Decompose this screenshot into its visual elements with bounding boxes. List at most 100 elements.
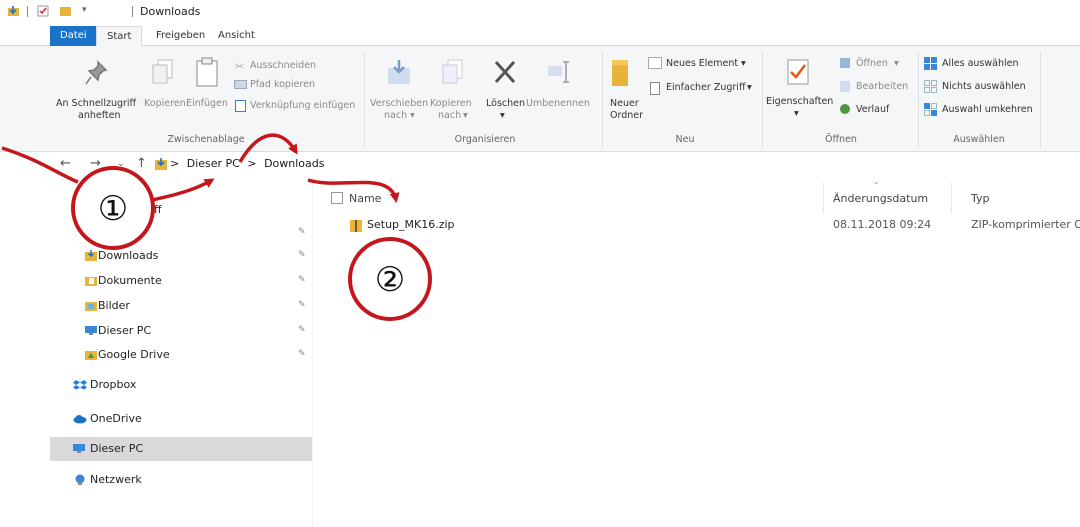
nav-label: Dropbox — [90, 378, 137, 391]
nav-label: Downloads — [98, 249, 159, 262]
easy-access-button[interactable]: Einfacher Zugriff — [666, 82, 746, 94]
invert-selection-icon — [924, 103, 937, 116]
nav-label: Netzwerk — [90, 473, 142, 486]
scissors-icon: ✂ — [235, 60, 245, 73]
tab-share[interactable]: Freigeben — [146, 26, 215, 46]
folder-quick-icon[interactable] — [8, 5, 20, 17]
nav-label: Dieser PC — [98, 324, 152, 337]
copy-to-button[interactable]: Kopieren — [430, 98, 472, 110]
rename-button[interactable]: Umbenennen — [526, 98, 590, 110]
forward-arrow-icon[interactable]: → — [90, 156, 101, 171]
tab-file[interactable]: Datei — [50, 26, 97, 46]
group-label-open: Öffnen — [825, 134, 857, 145]
edit-button[interactable]: Bearbeiten — [856, 81, 908, 93]
nav-item-documents[interactable]: Dokumente ✎ — [50, 270, 312, 292]
group-label-organize: Organisieren — [454, 134, 516, 145]
nav-item-dropbox[interactable]: Dropbox — [50, 374, 312, 396]
nav-item-this-pc[interactable]: Dieser PC ✎ — [50, 320, 312, 342]
group-label-clipboard: Zwischenablage — [167, 134, 245, 145]
properties-button[interactable]: Eigenschaften — [766, 96, 833, 108]
move-to-button[interactable]: Verschieben — [370, 98, 428, 110]
pin-icon[interactable]: ✎ — [298, 250, 306, 260]
ribbon-tabs: Datei Start Freigeben Ansicht — [0, 24, 1080, 46]
file-name: Setup_MK16.zip — [367, 218, 455, 231]
nav-item-pictures[interactable]: Bilder ✎ — [50, 295, 312, 317]
title-separator — [27, 6, 28, 17]
column-header-type[interactable]: Typ — [971, 192, 990, 205]
nav-label: OneDrive — [90, 412, 142, 425]
recent-dropdown-icon[interactable]: ⌄ — [117, 159, 125, 169]
column-header-date[interactable]: Änderungsdatum — [833, 192, 928, 205]
pin-icon[interactable]: ✎ — [298, 349, 306, 359]
pin-icon[interactable]: ✎ — [298, 325, 306, 335]
rename-icon — [548, 61, 569, 83]
pin-quick-access-button[interactable]: An Schnellzugriff — [56, 98, 136, 110]
move-to-dropdown-icon[interactable]: ▾ — [410, 110, 415, 122]
easy-access-dropdown-icon[interactable]: ▾ — [747, 82, 752, 94]
back-arrow-icon[interactable]: ← — [60, 156, 71, 171]
new-folder-button[interactable]: Neuer — [610, 98, 639, 110]
breadcrumb-downloads[interactable]: Downloads — [264, 157, 324, 170]
select-all-button[interactable]: Alles auswählen — [942, 58, 1019, 70]
nav-item-network[interactable]: Netzwerk — [50, 469, 312, 491]
properties-dropdown-icon[interactable]: ▾ — [794, 108, 799, 120]
nav-item-google-drive[interactable]: Google Drive ✎ — [50, 344, 312, 366]
properties-icon — [787, 59, 809, 85]
paste-shortcut-icon — [235, 100, 246, 112]
delete-button[interactable]: Löschen — [486, 98, 525, 110]
file-list: ⌄ Name Änderungsdatum Typ Setup_MK16.zip… — [312, 175, 1080, 527]
delete-dropdown-icon[interactable]: ▾ — [500, 110, 505, 122]
pin-icon[interactable]: ✎ — [298, 300, 306, 310]
properties-quick-icon[interactable] — [37, 5, 49, 17]
group-separator — [602, 52, 603, 148]
new-item-icon — [648, 57, 662, 69]
new-folder-icon — [612, 60, 628, 86]
nav-label: Dokumente — [98, 274, 162, 287]
new-folder-line2: Ordner — [610, 110, 644, 121]
pin-quick-access-line2: anheften — [78, 110, 121, 121]
pin-icon — [85, 60, 108, 85]
pictures-folder-icon — [85, 302, 97, 311]
ribbon: An Schnellzugriff anheften Kopieren Einf… — [0, 46, 1080, 152]
group-separator — [364, 52, 365, 148]
dropbox-icon — [73, 380, 87, 390]
group-label-select: Auswählen — [953, 134, 1005, 145]
nav-item-downloads[interactable]: Downloads ✎ — [50, 245, 312, 267]
select-none-icon — [924, 80, 937, 93]
paste-button[interactable]: Einfügen — [186, 98, 228, 110]
file-row[interactable]: Setup_MK16.zip 08.11.2018 09:24 ZIP-komp… — [343, 215, 1080, 235]
up-arrow-icon[interactable]: ↑ — [136, 156, 147, 171]
column-divider[interactable] — [951, 183, 952, 213]
new-folder-quick-icon[interactable] — [60, 5, 72, 17]
nav-item-this-pc-root[interactable]: Dieser PC — [50, 437, 312, 461]
group-separator — [918, 52, 919, 148]
quick-access-label[interactable]: ff — [154, 203, 162, 216]
tab-view[interactable]: Ansicht — [208, 26, 265, 46]
select-none-button[interactable]: Nichts auswählen — [942, 81, 1026, 93]
open-dropdown-icon[interactable]: ▾ — [894, 58, 899, 70]
cut-button[interactable]: Ausschneiden — [250, 60, 316, 72]
easy-access-icon — [650, 82, 660, 95]
new-item-button[interactable]: Neues Element — [666, 58, 738, 70]
breadcrumb-separator: > — [170, 157, 180, 170]
history-button[interactable]: Verlauf — [856, 104, 889, 116]
column-divider[interactable] — [823, 183, 824, 213]
address-bar: ← → ⌄ ↑ > Dieser PC > Downloads — [0, 153, 1080, 175]
computer-icon — [73, 444, 85, 453]
breadcrumb-this-pc[interactable]: Dieser PC — [187, 157, 240, 170]
copy-to-dropdown-icon[interactable]: ▾ — [463, 110, 468, 122]
column-header-name[interactable]: Name — [349, 192, 381, 205]
paste-shortcut-button[interactable]: Verknüpfung einfügen — [250, 100, 355, 112]
pin-icon[interactable]: ✎ — [298, 275, 306, 285]
invert-selection-button[interactable]: Auswahl umkehren — [942, 104, 1033, 116]
copy-path-button[interactable]: Pfad kopieren — [250, 79, 315, 91]
copy-button[interactable]: Kopieren — [144, 98, 186, 110]
tab-start[interactable]: Start — [96, 26, 143, 46]
title-separator-2 — [132, 6, 133, 17]
select-all-checkbox[interactable] — [331, 192, 343, 204]
pin-icon[interactable]: ✎ — [298, 227, 306, 237]
new-item-dropdown-icon[interactable]: ▾ — [741, 58, 746, 70]
customize-quick-access-icon[interactable]: ▾ — [82, 5, 87, 15]
nav-item-onedrive[interactable]: OneDrive — [50, 408, 312, 430]
open-button[interactable]: Öffnen — [856, 58, 888, 70]
